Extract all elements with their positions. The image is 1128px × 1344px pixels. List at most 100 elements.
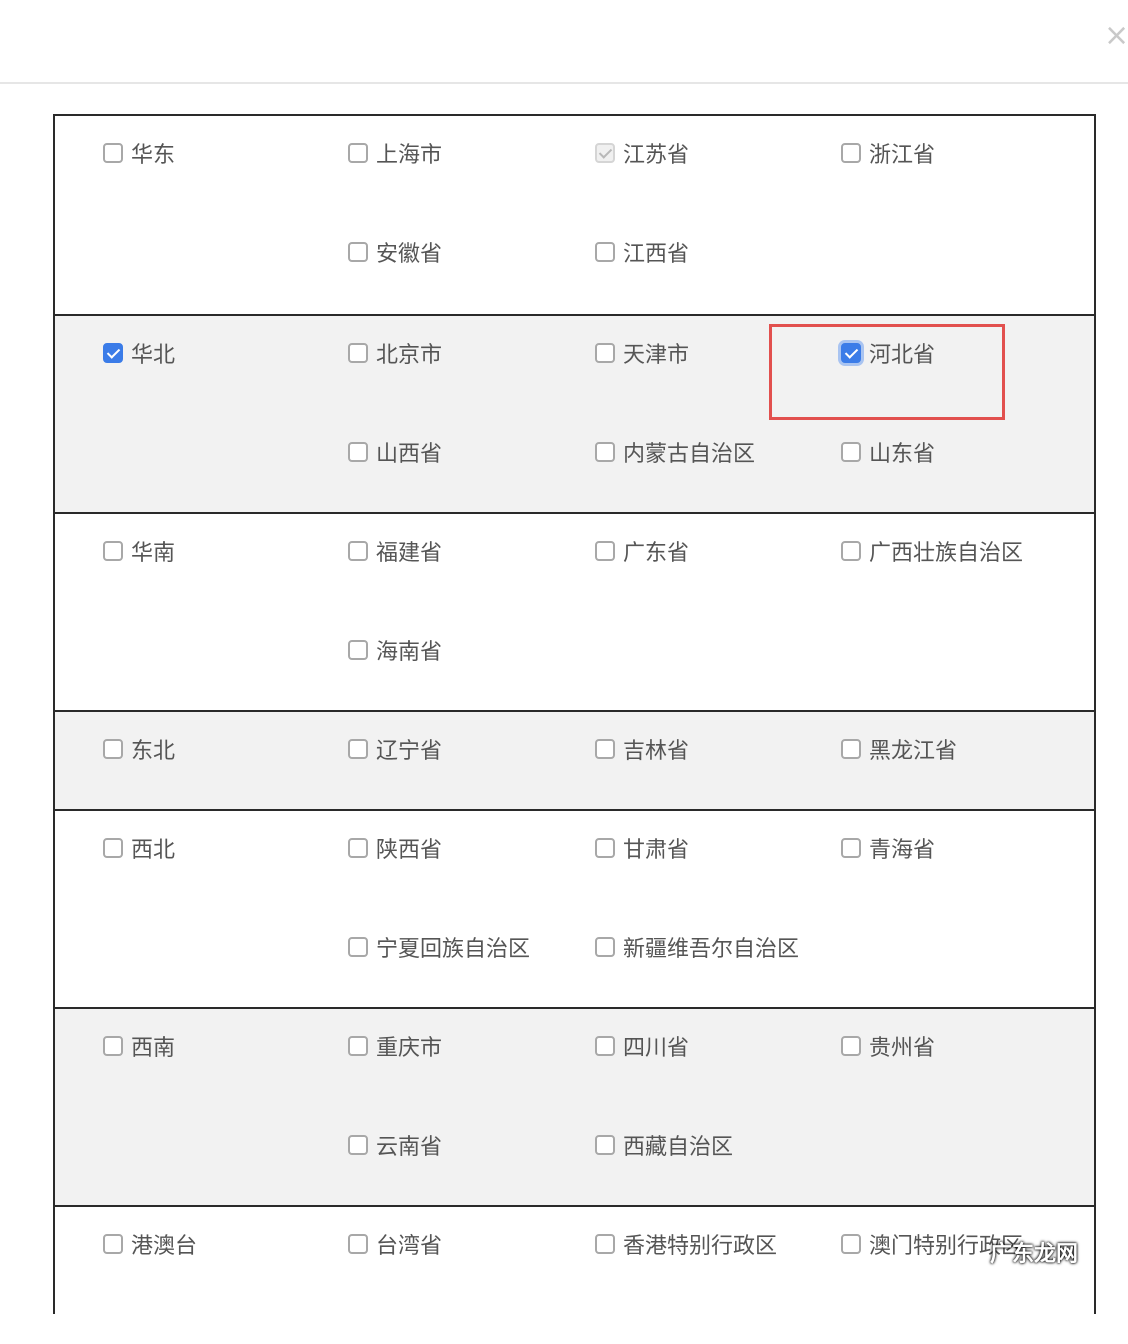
province-checkbox-xinan-0[interactable]: 重庆市 bbox=[348, 1031, 442, 1061]
province-checkbox-dongbei-0[interactable]: 辽宁省 bbox=[348, 734, 442, 764]
province-checkbox-huabei-4[interactable]: 内蒙古自治区 bbox=[595, 437, 755, 467]
region-checkbox-xibei[interactable]: 西北 bbox=[103, 833, 175, 863]
region-checkbox-dongbei[interactable]: 东北 bbox=[103, 734, 175, 764]
region-checkbox-huanan[interactable]: 华南 bbox=[103, 536, 175, 566]
region-checkbox-huabei[interactable]: 华北 bbox=[103, 338, 175, 368]
checkbox-icon[interactable] bbox=[595, 937, 615, 957]
checkbox-icon[interactable] bbox=[348, 937, 368, 957]
checkbox-icon[interactable] bbox=[103, 143, 123, 163]
checkbox-icon[interactable] bbox=[103, 1234, 123, 1254]
checkbox-icon[interactable] bbox=[595, 838, 615, 858]
province-checkbox-huadong-1[interactable]: 江苏省 bbox=[595, 138, 689, 168]
checkbox-checked-icon bbox=[595, 143, 615, 163]
checkbox-icon[interactable] bbox=[348, 242, 368, 262]
region-row-xinan: 西南 重庆市 四川省 贵州省云南省 西藏自治区 bbox=[55, 1007, 1094, 1205]
checkbox-label: 江西省 bbox=[623, 242, 690, 267]
province-checkbox-xibei-0[interactable]: 陕西省 bbox=[348, 833, 442, 863]
province-checkbox-huanan-1[interactable]: 广东省 bbox=[595, 536, 689, 566]
checkbox-label: 浙江省 bbox=[869, 143, 936, 168]
checkbox-label: 河北省 bbox=[869, 343, 936, 368]
checkbox-icon[interactable] bbox=[348, 640, 368, 660]
checkbox-label: 青海省 bbox=[869, 838, 936, 863]
checkbox-icon[interactable] bbox=[348, 1036, 368, 1056]
checkbox-icon[interactable] bbox=[841, 739, 861, 759]
checkbox-label: 四川省 bbox=[623, 1036, 690, 1061]
province-checkbox-xibei-2[interactable]: 青海省 bbox=[841, 833, 935, 863]
province-checkbox-huabei-0[interactable]: 北京市 bbox=[348, 338, 442, 368]
checkbox-icon[interactable] bbox=[348, 143, 368, 163]
region-row-huanan: 华南 福建省 广东省 广西壮族自治区海南省 bbox=[55, 512, 1094, 710]
region-row-xibei: 西北 陕西省 甘肃省 青海省宁夏回族自治区 新疆维吾尔自治区 bbox=[55, 809, 1094, 1007]
region-selection-table: 华东 上海市 江苏省 浙江省安徽省 江西省华北 北京市 天津市 河北省山西省 内蒙古自治区 山东省… bbox=[53, 114, 1096, 1314]
checkbox-label: 贵州省 bbox=[869, 1036, 936, 1061]
province-checkbox-huadong-0[interactable]: 上海市 bbox=[348, 138, 442, 168]
province-checkbox-xinan-1[interactable]: 四川省 bbox=[595, 1031, 689, 1061]
checkbox-icon[interactable] bbox=[348, 739, 368, 759]
checkbox-icon[interactable] bbox=[595, 541, 615, 561]
checkbox-icon[interactable] bbox=[595, 442, 615, 462]
checkbox-icon[interactable] bbox=[595, 739, 615, 759]
checkbox-icon[interactable] bbox=[841, 143, 861, 163]
province-checkbox-gangaotai-0[interactable]: 台湾省 bbox=[348, 1229, 442, 1259]
checkbox-icon[interactable] bbox=[841, 1234, 861, 1254]
province-checkbox-xinan-3[interactable]: 云南省 bbox=[348, 1130, 442, 1160]
checkbox-label: 西北 bbox=[131, 838, 176, 863]
province-checkbox-xibei-3[interactable]: 宁夏回族自治区 bbox=[348, 932, 530, 962]
province-checkbox-huabei-2[interactable]: 河北省 bbox=[841, 338, 935, 368]
checkbox-icon[interactable] bbox=[103, 1036, 123, 1056]
province-checkbox-dongbei-2[interactable]: 黑龙江省 bbox=[841, 734, 957, 764]
checkbox-icon[interactable] bbox=[595, 343, 615, 363]
checkbox-label: 安徽省 bbox=[376, 242, 443, 267]
checkbox-icon[interactable] bbox=[841, 541, 861, 561]
checkbox-checked-icon[interactable] bbox=[841, 343, 861, 363]
province-checkbox-huadong-3[interactable]: 安徽省 bbox=[348, 237, 442, 267]
checkbox-label: 甘肃省 bbox=[623, 838, 690, 863]
checkbox-label: 山东省 bbox=[869, 442, 936, 467]
checkbox-icon[interactable] bbox=[348, 1234, 368, 1254]
checkbox-icon[interactable] bbox=[595, 1036, 615, 1056]
checkbox-label: 陕西省 bbox=[376, 838, 443, 863]
checkbox-icon[interactable] bbox=[595, 242, 615, 262]
province-checkbox-xibei-1[interactable]: 甘肃省 bbox=[595, 833, 689, 863]
region-row-huadong: 华东 上海市 江苏省 浙江省安徽省 江西省 bbox=[55, 116, 1094, 314]
province-checkbox-huanan-2[interactable]: 广西壮族自治区 bbox=[841, 536, 1023, 566]
checkbox-label: 江苏省 bbox=[623, 143, 690, 168]
checkbox-icon[interactable] bbox=[595, 1135, 615, 1155]
province-checkbox-xibei-4[interactable]: 新疆维吾尔自治区 bbox=[595, 932, 799, 962]
checkbox-icon[interactable] bbox=[348, 838, 368, 858]
checkbox-label: 广东省 bbox=[623, 541, 690, 566]
province-checkbox-huadong-4[interactable]: 江西省 bbox=[595, 237, 689, 267]
region-row-dongbei: 东北 辽宁省 吉林省 黑龙江省 bbox=[55, 710, 1094, 809]
checkbox-icon[interactable] bbox=[841, 838, 861, 858]
province-checkbox-huabei-1[interactable]: 天津市 bbox=[595, 338, 689, 368]
checkbox-icon[interactable] bbox=[348, 442, 368, 462]
watermark-logo: 广东龙网 bbox=[990, 1242, 1079, 1267]
province-checkbox-huanan-3[interactable]: 海南省 bbox=[348, 635, 442, 665]
region-checkbox-xinan[interactable]: 西南 bbox=[103, 1031, 175, 1061]
province-checkbox-xinan-4[interactable]: 西藏自治区 bbox=[595, 1130, 733, 1160]
province-checkbox-gangaotai-1[interactable]: 香港特别行政区 bbox=[595, 1229, 777, 1259]
checkbox-icon[interactable] bbox=[348, 343, 368, 363]
province-checkbox-huadong-2[interactable]: 浙江省 bbox=[841, 138, 935, 168]
checkbox-label: 台湾省 bbox=[376, 1234, 443, 1259]
checkbox-icon[interactable] bbox=[595, 1234, 615, 1254]
checkbox-checked-icon[interactable] bbox=[103, 343, 123, 363]
checkbox-icon[interactable] bbox=[348, 1135, 368, 1155]
checkbox-icon[interactable] bbox=[841, 1036, 861, 1056]
checkbox-icon[interactable] bbox=[103, 739, 123, 759]
province-checkbox-huabei-3[interactable]: 山西省 bbox=[348, 437, 442, 467]
checkbox-icon[interactable] bbox=[103, 838, 123, 858]
checkbox-icon[interactable] bbox=[841, 442, 861, 462]
province-checkbox-huabei-5[interactable]: 山东省 bbox=[841, 437, 935, 467]
checkbox-label: 重庆市 bbox=[376, 1036, 443, 1061]
region-checkbox-gangaotai[interactable]: 港澳台 bbox=[103, 1229, 197, 1259]
region-checkbox-huadong[interactable]: 华东 bbox=[103, 138, 175, 168]
checkbox-label: 西藏自治区 bbox=[623, 1135, 734, 1160]
province-checkbox-xinan-2[interactable]: 贵州省 bbox=[841, 1031, 935, 1061]
province-checkbox-huanan-0[interactable]: 福建省 bbox=[348, 536, 442, 566]
checkbox-icon[interactable] bbox=[348, 541, 368, 561]
checkbox-label: 云南省 bbox=[376, 1135, 443, 1160]
province-checkbox-dongbei-1[interactable]: 吉林省 bbox=[595, 734, 689, 764]
close-icon[interactable]: × bbox=[1104, 18, 1128, 54]
checkbox-icon[interactable] bbox=[103, 541, 123, 561]
